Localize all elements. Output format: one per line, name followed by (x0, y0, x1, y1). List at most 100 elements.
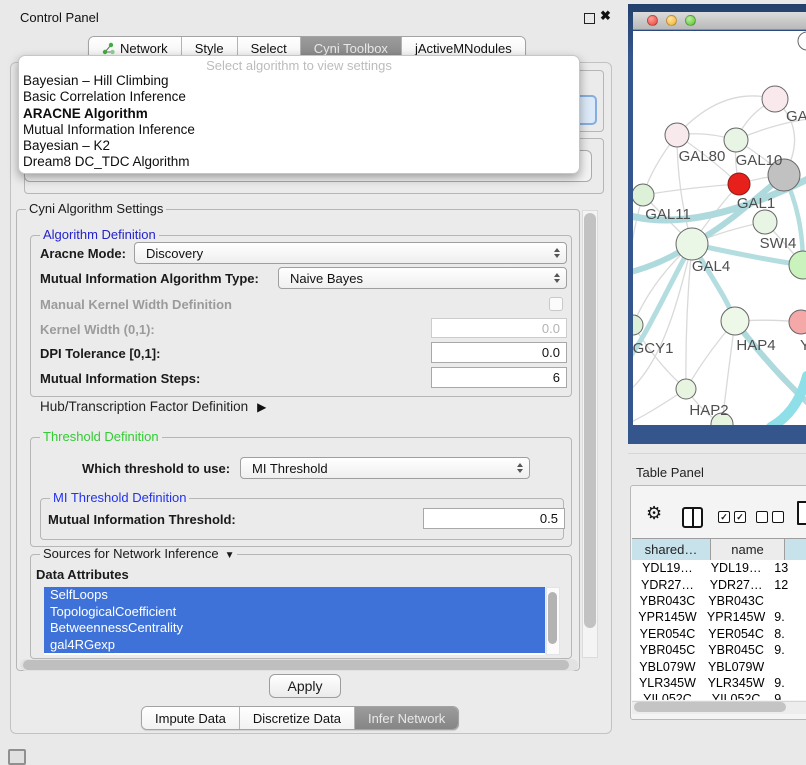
close-traffic-light[interactable] (647, 15, 658, 26)
algorithm-dropdown-list: Select algorithm to view settings Bayesi… (18, 55, 580, 174)
table-cell: YDR27… (632, 578, 703, 592)
algorithm-option[interactable]: Basic Correlation Inference (19, 89, 579, 105)
table-row[interactable]: YDL19…YDL19…13 (632, 560, 806, 576)
network-node[interactable] (798, 32, 806, 50)
tab-label: jActiveMNodules (415, 41, 512, 56)
mi-steps-field[interactable]: 6 (431, 367, 567, 388)
hub-definition-expander[interactable]: Hub/Transcription Factor Definition▶ (40, 399, 266, 414)
network-node[interactable] (789, 251, 806, 279)
network-canvas[interactable]: GALGAL80GAL10GAL1GAL11SWI4GAL4GCY1HAP4YH… (633, 31, 806, 425)
dropdown-prompt: Select algorithm to view settings (19, 58, 579, 73)
unchecked-box-icon (772, 511, 784, 523)
table-row[interactable]: YPR145WYPR145W9. (632, 609, 806, 625)
table-body[interactable]: YDL19…YDL19…13YDR27…YDR27…12YBR043CYBR04… (632, 560, 806, 700)
table-row[interactable]: YER054CYER054C8. (632, 626, 806, 642)
tab-label: Network (120, 41, 168, 56)
screen: { "colors": { "selection_blue": "#3e72d8… (0, 0, 806, 762)
column-header-clipped[interactable] (785, 539, 806, 560)
mi-threshold-field[interactable]: 0.5 (423, 508, 565, 529)
table-cell: YER054C (632, 627, 703, 641)
table-cell: YBR045C (703, 643, 769, 657)
table-row[interactable]: YBL079WYBL079W (632, 658, 806, 674)
network-node[interactable] (724, 128, 748, 152)
manual-kernel-checkbox[interactable] (549, 297, 563, 311)
network-node[interactable] (762, 86, 788, 112)
network-node[interactable] (789, 310, 806, 334)
tab-label: Impute Data (155, 711, 226, 726)
attribute-list-scrollbar-thumb[interactable] (548, 592, 557, 644)
network-node[interactable] (665, 123, 689, 147)
aracne-mode-label: Aracne Mode: (40, 246, 126, 261)
apply-button[interactable]: Apply (269, 674, 341, 698)
network-edge[interactable] (643, 184, 739, 195)
tab-infer-network[interactable]: Infer Network (355, 707, 458, 729)
network-node-label: GAL11 (645, 206, 691, 223)
algorithm-option[interactable]: Dream8 DC_TDC Algorithm (19, 154, 579, 170)
attribute-item-selected[interactable]: TopologicalCoefficient (44, 604, 545, 621)
algorithm-option[interactable]: Bayesian – K2 (19, 138, 579, 154)
attribute-item-selected[interactable]: BetweennessCentrality (44, 620, 545, 637)
column-chooser-icon[interactable] (682, 507, 703, 528)
network-window-titlebar[interactable] (633, 12, 806, 30)
stepper-icon (554, 273, 560, 283)
algorithm-option-selected[interactable]: ARACNE Algorithm (19, 106, 579, 122)
column-header-name[interactable]: name (711, 539, 785, 560)
expand-right-icon: ▶ (257, 400, 266, 414)
table-row[interactable]: YBR045CYBR045C9. (632, 642, 806, 658)
network-graph[interactable]: GALGAL80GAL10GAL1GAL11SWI4GAL4GCY1HAP4YH… (633, 31, 806, 425)
table-cell: YBR045C (632, 643, 703, 657)
table-row[interactable]: YDR27…YDR27…12 (632, 576, 806, 592)
table-panel-title: Table Panel (636, 465, 704, 480)
dpi-tolerance-field[interactable]: 0.0 (431, 342, 567, 363)
zoom-traffic-light[interactable] (685, 15, 696, 26)
settings-horizontal-scrollbar-thumb[interactable] (23, 660, 569, 670)
network-node[interactable] (633, 315, 643, 335)
minimize-traffic-light[interactable] (666, 15, 677, 26)
table-cell: YLR345W (703, 676, 769, 690)
docked-panel-icon[interactable] (8, 749, 26, 765)
float-window-button[interactable] (584, 13, 595, 24)
attribute-item-selected[interactable]: gal4RGexp (44, 637, 545, 654)
table-cell: YBL079W (703, 660, 769, 674)
sources-title[interactable]: Sources for Network Inference▼ (40, 547, 237, 563)
which-threshold-select[interactable]: MI Threshold (240, 457, 530, 479)
select-all-checkboxes-icon[interactable]: ✓ ✓ (718, 511, 746, 523)
table-cell: 12 (769, 578, 806, 592)
network-edge[interactable] (677, 96, 775, 135)
gear-icon[interactable]: ⚙ (646, 503, 662, 524)
algorithm-option[interactable]: Mutual Information Inference (19, 122, 579, 138)
network-edge-thick[interactable] (735, 321, 806, 403)
tab-discretize-data[interactable]: Discretize Data (240, 707, 355, 729)
network-node[interactable] (728, 173, 750, 195)
table-cell: 9 (769, 692, 806, 700)
network-node[interactable] (721, 307, 749, 335)
kernel-width-field[interactable]: 0.0 (431, 318, 567, 338)
network-node[interactable] (676, 228, 708, 260)
algorithm-option[interactable]: Bayesian – Hill Climbing (19, 73, 579, 89)
aracne-mode-select[interactable]: Discovery (134, 242, 567, 264)
table-horizontal-scrollbar-thumb[interactable] (634, 702, 786, 712)
network-node[interactable] (753, 210, 777, 234)
network-node-label: SWI4 (760, 235, 797, 252)
deselect-all-checkboxes-icon[interactable] (756, 511, 784, 523)
column-header-shared-name[interactable]: shared… (632, 539, 711, 560)
table-cell: 13 (769, 561, 806, 575)
settings-vertical-scrollbar-thumb[interactable] (584, 213, 596, 628)
network-node[interactable] (676, 379, 696, 399)
table-cell: YER054C (703, 627, 769, 641)
unchecked-box-icon (756, 511, 768, 523)
data-attributes-list[interactable]: SelfLoops TopologicalCoefficient Between… (44, 587, 545, 655)
table-row[interactable]: YIL052CYIL052C9 (632, 691, 806, 700)
export-table-icon[interactable] (797, 501, 806, 525)
mi-type-select[interactable]: Naive Bayes (278, 267, 567, 289)
network-node-label: HAP4 (736, 337, 775, 354)
table-row[interactable]: YLR345WYLR345W9. (632, 675, 806, 691)
table-cell: YBL079W (632, 660, 703, 674)
network-node[interactable] (633, 184, 654, 206)
close-window-button[interactable]: ✖ (600, 8, 611, 24)
table-row[interactable]: YBR043CYBR043C (632, 593, 806, 609)
tab-impute-data[interactable]: Impute Data (142, 707, 240, 729)
attribute-item-selected[interactable]: SelfLoops (44, 587, 545, 604)
network-node-label: GCY1 (633, 340, 673, 357)
algorithm-definition-title: Algorithm Definition (40, 228, 159, 242)
